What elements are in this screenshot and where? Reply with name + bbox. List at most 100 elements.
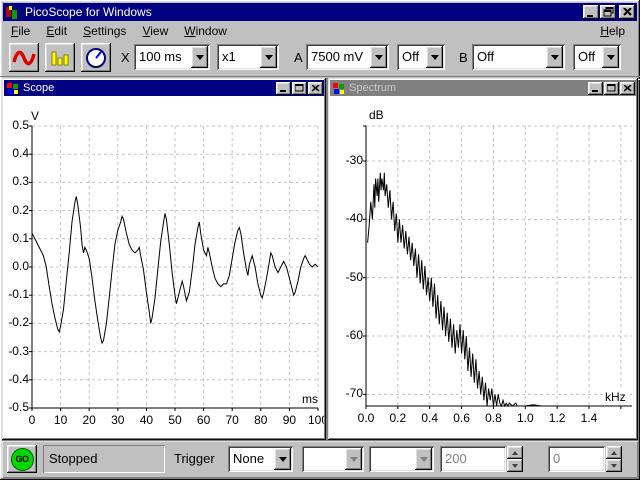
threshold-spinner[interactable]: [507, 446, 523, 472]
spectrum-window[interactable]: Spectrum dB kHz -30 -40 -50 -60 -70 0.0 …: [328, 78, 638, 440]
y-tick-label: -0.2: [8, 315, 29, 330]
spin-down-icon[interactable]: [507, 459, 523, 472]
sine-wave-icon: [12, 50, 36, 65]
y-tick-label: -70: [345, 386, 363, 401]
menu-window[interactable]: Window: [176, 22, 235, 40]
x-tick-label: 80: [254, 413, 268, 427]
x-tick-label: 0.6: [453, 411, 470, 425]
spectrum-title-bar[interactable]: Spectrum: [330, 80, 636, 96]
maximize-icon: [607, 84, 616, 92]
scope-plot-area: V ms 0.5 0.4 0.3 0.2 0.1 0.0 -0.1 -0.2 -0.3 -0.4 -…: [4, 96, 324, 438]
title-bar[interactable]: PicoScope for Windows: [3, 3, 637, 21]
x-tick-label: 1.2: [548, 411, 566, 425]
close-icon: [622, 8, 632, 16]
chevron-down-icon[interactable]: [546, 46, 563, 68]
x-tick-label: 0: [28, 413, 36, 427]
chevron-down-icon[interactable]: [274, 448, 291, 470]
spectrum-trace: [363, 125, 632, 409]
spectrum-window-icon: [333, 82, 344, 94]
chevron-down-icon: [415, 448, 432, 470]
trigger-direction-combo: [369, 446, 434, 472]
menu-view[interactable]: View: [134, 22, 176, 40]
minimize-icon: [592, 90, 598, 92]
trigger-delay-field[interactable]: 0: [548, 446, 605, 472]
maximize-button[interactable]: [292, 81, 307, 95]
trigger-threshold-field[interactable]: 200: [440, 446, 506, 472]
minimize-button[interactable]: [588, 81, 603, 95]
chevron-down-icon[interactable]: [260, 46, 277, 68]
menu-file[interactable]: File: [3, 22, 38, 40]
maximize-icon: [295, 84, 304, 92]
spectrum-y-unit-label: dB: [368, 108, 385, 122]
y-tick-label: -50: [345, 269, 363, 284]
x-tick-label: 10: [53, 413, 68, 427]
x-tick-label: 70: [225, 413, 239, 427]
spin-down-icon[interactable]: [606, 459, 622, 472]
chevron-down-icon: [345, 448, 362, 470]
close-button[interactable]: [308, 81, 323, 95]
scope-window-icon: [7, 82, 18, 94]
go-icon: GO: [10, 447, 34, 471]
meter-view-button[interactable]: [81, 43, 111, 72]
chevron-down-icon[interactable]: [370, 46, 387, 68]
close-button[interactable]: [620, 81, 635, 95]
spin-up-icon[interactable]: [507, 446, 523, 459]
delay-spinner[interactable]: [606, 446, 622, 472]
x-tick-label: 40: [139, 413, 154, 427]
spectrum-view-button[interactable]: [45, 43, 75, 72]
spin-up-icon[interactable]: [606, 446, 622, 459]
channel-a-range-combo[interactable]: 7500 mV: [306, 44, 389, 70]
x-tick-label: 0.8: [485, 411, 502, 425]
go-button[interactable]: GO: [7, 445, 37, 473]
maximize-button[interactable]: [604, 81, 619, 95]
menu-help[interactable]: Help: [592, 22, 633, 40]
y-tick-label: 0.1: [12, 230, 29, 245]
y-tick-label: 0.0: [12, 259, 29, 273]
multiplier-combo[interactable]: x1: [217, 44, 279, 70]
trigger-mode-combo[interactable]: None: [228, 446, 293, 472]
toolbar: X 100 ms x1 A 7500 mV Off B Off Off: [3, 41, 637, 75]
x-tick-label: 0.0: [357, 411, 375, 425]
channel-a-mode-combo[interactable]: Off: [397, 44, 445, 70]
trigger-channel-combo: [302, 446, 364, 472]
window-title: PicoScope for Windows: [25, 5, 152, 19]
x-tick-label: 100: [307, 413, 324, 427]
y-tick-label: 0.2: [12, 202, 29, 217]
y-tick-label: 0.3: [12, 174, 29, 189]
spectrum-plot-area: dB kHz -30 -40 -50 -60 -70 0.0 0.2 0.4 0.6 0.8 1.0…: [330, 96, 636, 438]
chevron-down-icon[interactable]: [191, 46, 208, 68]
scope-title-bar[interactable]: Scope: [4, 80, 324, 96]
x-tick-label: 50: [168, 413, 182, 427]
channel-b-range-combo[interactable]: Off: [472, 44, 565, 70]
chevron-down-icon[interactable]: [602, 46, 619, 68]
restore-button[interactable]: [600, 5, 616, 19]
status-bar: GO Stopped Trigger None 200 0: [2, 441, 638, 478]
menu-edit[interactable]: Edit: [38, 22, 75, 40]
menu-bar: File Edit Settings View Window Help: [3, 22, 637, 40]
scope-window-title: Scope: [23, 82, 55, 94]
trigger-label: Trigger: [174, 451, 215, 466]
channel-b-mode-combo[interactable]: Off: [573, 44, 621, 70]
y-tick-label: -30: [345, 153, 363, 167]
minimize-button[interactable]: [583, 5, 599, 19]
menu-settings[interactable]: Settings: [75, 22, 134, 40]
scope-window[interactable]: Scope V ms 0.5 0.4 0.3 0.2 0.1 0.0 -0.1 …: [2, 78, 326, 440]
minimize-icon: [587, 14, 593, 17]
application-window: PicoScope for Windows File Edit Settings…: [0, 0, 640, 480]
scope-view-button[interactable]: [9, 43, 39, 72]
x-axis-label: X: [121, 50, 130, 65]
channel-a-label: A: [294, 50, 303, 65]
x-tick-label: 20: [82, 413, 96, 427]
close-icon: [623, 84, 632, 92]
spectrum-window-title: Spectrum: [349, 82, 397, 94]
y-tick-label: -60: [345, 328, 363, 342]
x-tick-label: 90: [282, 413, 297, 427]
minimize-button[interactable]: [276, 81, 291, 95]
channel-b-label: B: [459, 50, 468, 65]
y-tick-label: -0.1: [8, 287, 29, 302]
timebase-combo[interactable]: 100 ms: [134, 44, 210, 70]
y-tick-label: -0.5: [8, 400, 29, 414]
close-button[interactable]: [619, 5, 635, 19]
close-icon: [311, 84, 320, 92]
chevron-down-icon[interactable]: [426, 46, 443, 68]
